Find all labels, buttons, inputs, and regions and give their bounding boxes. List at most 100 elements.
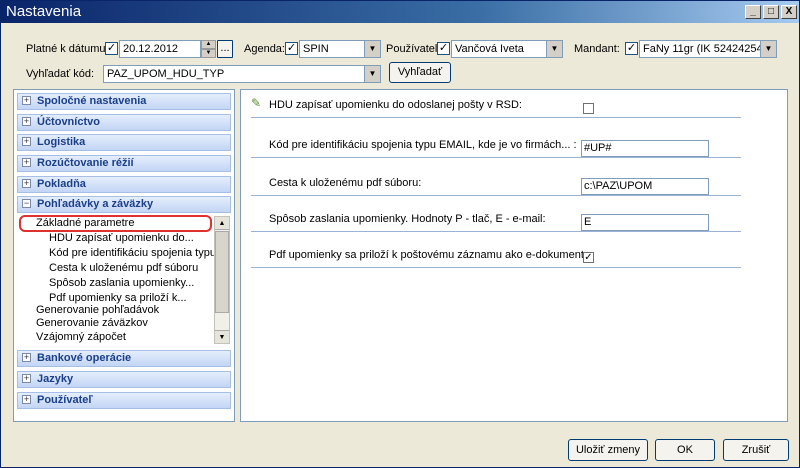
param-input[interactable]: c:\PAZ\UPOM <box>581 178 709 195</box>
expand-icon[interactable]: + <box>22 137 31 146</box>
mandant-value: FaNy 11gr (IK 524242541 <box>643 43 769 55</box>
mandant-checkbox[interactable]: ✓ <box>625 42 638 55</box>
pencil-icon: ✎ <box>251 96 262 110</box>
close-button[interactable]: X <box>781 5 797 19</box>
section-label: Jazyky <box>37 373 74 385</box>
tree-item-generate-receivables[interactable]: Generovanie pohľadávok <box>36 304 159 316</box>
window-title: Nastavenia <box>6 3 82 20</box>
param-label: Spôsob zaslania upomienky. Hodnoty P - t… <box>269 213 546 225</box>
param-checkbox[interactable]: ✓ <box>583 252 594 263</box>
section-label: Rozúčtovanie réžií <box>37 157 134 169</box>
expand-icon[interactable]: + <box>22 179 31 188</box>
check-icon: ✓ <box>438 42 449 54</box>
chevron-down-icon[interactable]: ▼ <box>364 66 380 82</box>
param-row: Spôsob zaslania upomienky. Hodnoty P - t… <box>251 202 741 232</box>
section-label: Spoločné nastavenia <box>37 95 147 107</box>
settings-navigation: + Spoločné nastavenia + Účtovníctvo + Logis… <box>13 89 235 422</box>
mandant-select[interactable]: FaNy 11gr (IK 524242541 ▼ <box>639 40 777 58</box>
minimize-button[interactable]: _ <box>745 5 761 19</box>
agenda-select[interactable]: SPIN ▼ <box>299 40 381 58</box>
chevron-down-icon[interactable]: ▼ <box>546 41 562 57</box>
section-label: Logistika <box>37 136 86 148</box>
check-icon: ✓ <box>626 42 637 54</box>
param-row: Cesta k uloženému pdf súboru: c:\PAZ\UPO… <box>251 166 741 196</box>
scroll-thumb[interactable] <box>215 231 229 313</box>
tree-item-generate-liabilities[interactable]: Generovanie záväzkov <box>36 317 148 329</box>
chevron-down-icon[interactable]: ▼ <box>364 41 380 57</box>
save-changes-button[interactable]: Uložiť zmeny <box>568 439 648 461</box>
date-spinner[interactable]: ▲ ▼ <box>201 40 216 58</box>
tree-item-param[interactable]: HDU zapísať upomienku do... <box>49 232 194 244</box>
search-code-value: PAZ_UPOM_HDU_TYP <box>107 68 225 80</box>
tree-item-param[interactable]: Cesta k uloženému pdf súboru <box>49 262 198 274</box>
filter-area: Platné k dátumu: ✓ 20.12.2012 ▲ ▼ ... Ag… <box>13 33 789 83</box>
date-label: Platné k dátumu: <box>26 43 109 55</box>
agenda-label: Agenda: <box>244 43 285 55</box>
agenda-value: SPIN <box>303 43 329 55</box>
user-select[interactable]: Vančová Iveta ▼ <box>451 40 563 58</box>
param-input[interactable]: E <box>581 214 709 231</box>
param-row: ✎ HDU zapísať upomienku do odoslanej poš… <box>251 88 741 118</box>
section-label: Účtovníctvo <box>37 116 100 128</box>
param-label: Cesta k uloženému pdf súboru: <box>269 177 422 189</box>
scroll-up-icon[interactable]: ▲ <box>215 217 229 230</box>
expand-icon[interactable]: + <box>22 395 31 404</box>
section-cash[interactable]: + Pokladňa <box>17 176 231 193</box>
spin-up-icon[interactable]: ▲ <box>201 40 216 49</box>
date-checkbox[interactable]: ✓ <box>105 42 118 55</box>
check-icon: ✓ <box>584 252 593 263</box>
section-label: Pohľadávky a záväzky <box>37 198 154 210</box>
section-logistics[interactable]: + Logistika <box>17 134 231 151</box>
param-label: HDU zapísať upomienku do odoslanej pošty… <box>269 99 522 111</box>
parameters-panel: ✎ HDU zapísať upomienku do odoslanej poš… <box>240 89 788 422</box>
scroll-down-icon[interactable]: ▼ <box>215 330 229 343</box>
expand-icon[interactable]: + <box>22 353 31 362</box>
search-button[interactable]: Vyhľadať <box>389 62 451 83</box>
check-icon: ✓ <box>286 42 297 54</box>
section-overhead[interactable]: + Rozúčtovanie réžií <box>17 155 231 172</box>
param-checkbox[interactable] <box>583 103 594 114</box>
chevron-down-icon[interactable]: ▼ <box>760 41 776 57</box>
expand-icon[interactable]: + <box>22 158 31 167</box>
tree-item-offset[interactable]: Vzájomný zápočet <box>36 331 126 343</box>
section-label: Pokladňa <box>37 178 86 190</box>
param-row: Kód pre identifikáciu spojenia typu EMAI… <box>251 128 741 158</box>
mandant-label: Mandant: <box>574 43 620 55</box>
check-icon: ✓ <box>106 42 117 54</box>
collapse-icon[interactable]: − <box>22 199 31 208</box>
tree-scrollbar[interactable]: ▲ ▼ <box>214 216 230 344</box>
settings-window: Nastavenia _ □ X Platné k dátumu: ✓ 20.1… <box>0 0 800 468</box>
search-code-input[interactable]: PAZ_UPOM_HDU_TYP ▼ <box>103 65 381 83</box>
spin-down-icon[interactable]: ▼ <box>201 49 216 58</box>
section-bank[interactable]: + Bankové operácie <box>17 350 231 367</box>
search-label: Vyhľadať kód: <box>26 68 95 80</box>
param-row: Pdf upomienky sa priloží k poštovému záz… <box>251 238 741 268</box>
date-picker-button[interactable]: ... <box>217 40 233 58</box>
ok-button[interactable]: OK <box>655 439 715 461</box>
section-common[interactable]: + Spoločné nastavenia <box>17 93 231 110</box>
date-input[interactable]: 20.12.2012 <box>119 40 201 58</box>
selection-highlight <box>19 215 212 232</box>
section-label: Bankové operácie <box>37 352 132 364</box>
agenda-checkbox[interactable]: ✓ <box>285 42 298 55</box>
tree-item-param[interactable]: Spôsob zaslania upomienky... <box>49 277 194 289</box>
user-label: Používateľ: <box>386 43 442 55</box>
param-label: Pdf upomienky sa priloží k poštovému záz… <box>269 249 587 261</box>
section-accounting[interactable]: + Účtovníctvo <box>17 114 231 131</box>
section-label: Používateľ <box>37 394 93 406</box>
section-receivables[interactable]: − Pohľadávky a záväzky <box>17 196 231 213</box>
maximize-button[interactable]: □ <box>763 5 779 19</box>
section-languages[interactable]: + Jazyky <box>17 371 231 388</box>
user-value: Vančová Iveta <box>455 43 524 55</box>
tree-item-param[interactable]: Kód pre identifikáciu spojenia typu... <box>49 247 225 259</box>
cancel-button[interactable]: Zrušiť <box>723 439 789 461</box>
expand-icon[interactable]: + <box>22 96 31 105</box>
section-user[interactable]: + Používateľ <box>17 392 231 409</box>
expand-icon[interactable]: + <box>22 117 31 126</box>
expand-icon[interactable]: + <box>22 374 31 383</box>
tree-item-param[interactable]: Pdf upomienky sa priloží k... <box>49 292 187 304</box>
title-bar[interactable]: Nastavenia _ □ X <box>1 1 799 23</box>
param-input[interactable]: #UP# <box>581 140 709 157</box>
user-checkbox[interactable]: ✓ <box>437 42 450 55</box>
param-label: Kód pre identifikáciu spojenia typu EMAI… <box>269 139 577 151</box>
